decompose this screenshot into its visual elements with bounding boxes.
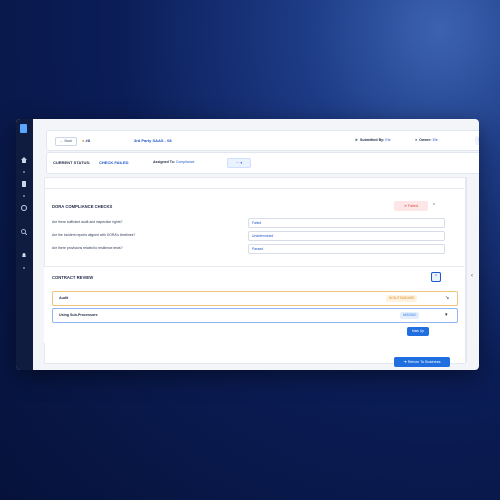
record-id-value: #8 bbox=[85, 138, 90, 143]
assigned-to-label: Assigned To: bbox=[153, 160, 175, 164]
owner-value: Ele bbox=[432, 138, 438, 142]
collapse-panel-button[interactable]: ‹ bbox=[467, 270, 477, 282]
page-header: ← Back ● #8 3rd Party SAAS - 08 ➤ Submitt… bbox=[46, 130, 479, 151]
submitted-by: ➤ Submitted By: Ele bbox=[355, 137, 391, 144]
left-nav bbox=[16, 119, 33, 370]
status-dot-icon: ● bbox=[82, 138, 85, 143]
submitted-by-label: Submitted By: bbox=[360, 138, 385, 142]
document-icon[interactable] bbox=[21, 181, 27, 187]
contract-row-label: Using Sub-Processors bbox=[59, 313, 98, 317]
current-status-label: CURRENT STATUS: bbox=[53, 160, 91, 165]
nav-dot bbox=[23, 171, 25, 173]
bell-icon[interactable] bbox=[21, 252, 27, 258]
dora-question-3: Are there provisions related to resilien… bbox=[52, 246, 123, 250]
chevron-down-icon[interactable]: ▾ bbox=[445, 312, 448, 318]
assigned-to-value: Compliance bbox=[175, 160, 195, 164]
status-bar: CURRENT STATUS: CHECK FAILED Assigned To… bbox=[46, 152, 479, 174]
mark-up-button[interactable]: Mark Up bbox=[407, 327, 429, 336]
divider bbox=[44, 188, 464, 189]
user-icon: ● bbox=[415, 138, 418, 142]
non-standard-tag: NON-STANDARD bbox=[386, 295, 418, 302]
contract-row-subprocessors[interactable]: Using Sub-Processors MISSING ▾ bbox=[52, 308, 458, 323]
search-icon[interactable] bbox=[21, 229, 27, 235]
send-icon: ➤ bbox=[355, 138, 359, 142]
status-select[interactable]: ··· ▾ bbox=[227, 158, 251, 168]
contract-section-title: CONTRACT REVIEW bbox=[52, 275, 94, 280]
dora-answer-3[interactable]: Passed bbox=[248, 244, 445, 254]
record-id: ● #8 bbox=[82, 137, 90, 144]
assigned-to: Assigned To: Compliance bbox=[153, 160, 194, 164]
submitted-by-value: Ele bbox=[385, 138, 391, 142]
app-logo-icon bbox=[20, 124, 27, 133]
current-status-value: CHECK FAILED bbox=[99, 160, 129, 165]
app-window: ← Back ● #8 3rd Party SAAS - 08 ➤ Submitt… bbox=[16, 119, 479, 370]
failed-badge: ✕ Failed bbox=[394, 201, 428, 211]
page-title: 3rd Party SAAS - 08 bbox=[134, 138, 172, 143]
home-icon[interactable] bbox=[21, 157, 27, 163]
settings-icon[interactable] bbox=[21, 205, 27, 211]
nav-dot bbox=[23, 267, 25, 269]
chevron-up-icon[interactable]: ⌃ bbox=[431, 272, 441, 282]
chevron-up-icon[interactable]: ⌃ bbox=[430, 202, 438, 210]
return-to-business-button[interactable]: ➜ Return To Business bbox=[394, 357, 450, 367]
contract-row-label: Audit bbox=[59, 296, 69, 300]
menu-button[interactable]: ≡ bbox=[475, 136, 479, 145]
dora-answer-2[interactable]: Undetermined bbox=[248, 231, 445, 241]
dora-answer-1[interactable]: Failed bbox=[248, 218, 445, 228]
dora-question-2: Are the incident reports aligned with DO… bbox=[52, 233, 136, 237]
contract-row-audit[interactable]: Audit NON-STANDARD ↘ bbox=[52, 291, 458, 306]
owner: ● Owner: Ele bbox=[415, 137, 438, 144]
owner-label: Owner: bbox=[419, 138, 432, 142]
missing-tag: MISSING bbox=[400, 312, 420, 319]
arrow-icon[interactable]: ↘ bbox=[445, 295, 449, 301]
nav-dot bbox=[23, 195, 25, 197]
back-button[interactable]: ← Back bbox=[55, 137, 78, 146]
dora-section-title: DORA COMPLIANCE CHECKS bbox=[52, 204, 113, 209]
dora-question-1: Are there sufficient audit and inspectio… bbox=[52, 220, 123, 224]
